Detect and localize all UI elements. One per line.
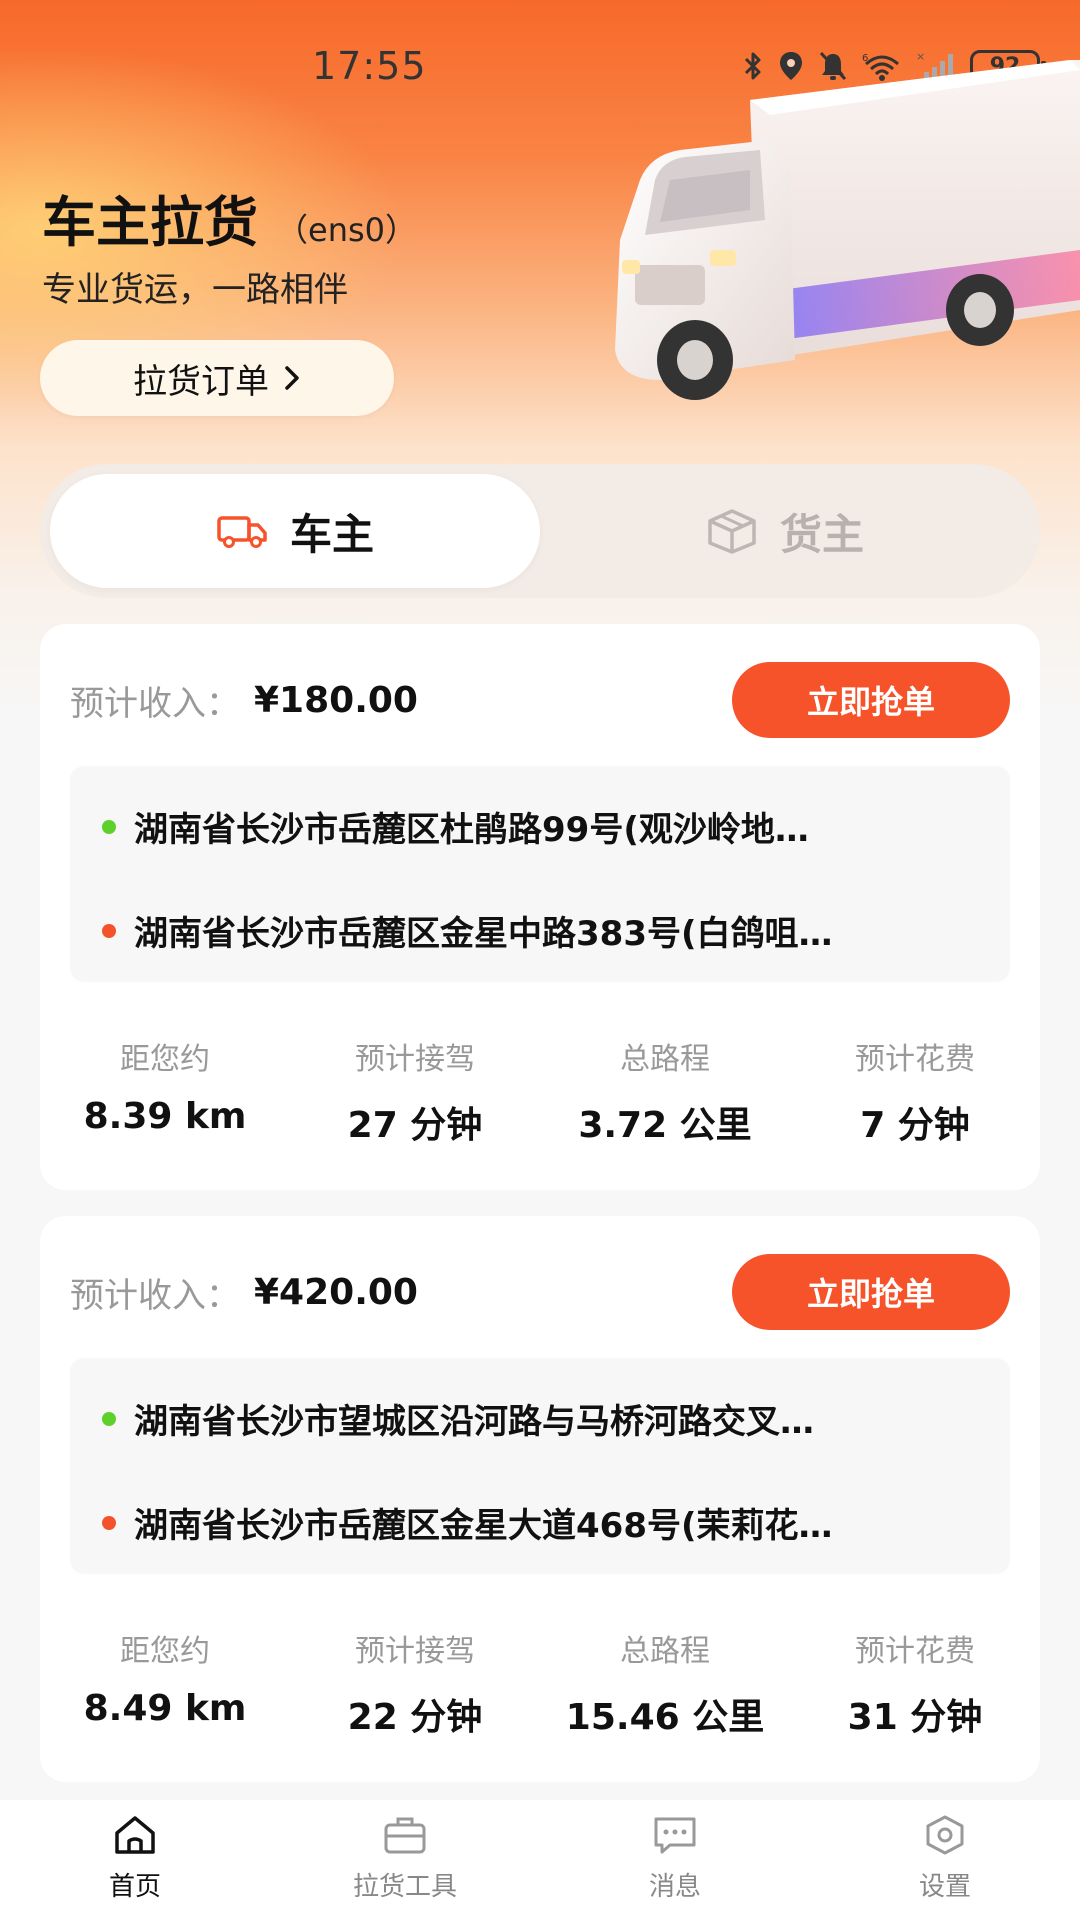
order-stats: 距您约 8.39 km 预计接驾 27 分钟 总路程 3.72 公里 预计花费 …	[40, 1034, 1040, 1148]
tab-vehicle-owner[interactable]: 车主	[50, 474, 540, 588]
stat-pickup-time: 预计接驾 27 分钟	[290, 1034, 540, 1148]
stat-label: 总路程	[620, 1042, 710, 1077]
destination-address-text: 湖南省长沙市岳麓区金星中路383号(白鸽咀…	[134, 914, 833, 954]
order-card: 预计收入： ¥180.00 立即抢单 湖南省长沙市岳麓区杜鹃路99号(观沙岭地……	[40, 624, 1040, 1190]
order-stats: 距您约 8.49 km 预计接驾 22 分钟 总路程 15.46 公里 预计花费…	[40, 1626, 1040, 1740]
nav-home[interactable]: 首页	[0, 1800, 270, 1920]
income-label: 预计收入：	[70, 1275, 240, 1316]
app-subtitle: （ens0）	[276, 211, 418, 249]
truck-icon	[217, 516, 267, 548]
stat-total-distance: 总路程 15.46 公里	[540, 1626, 790, 1740]
role-tabs: 车主 货主	[40, 464, 1040, 598]
origin-address: 湖南省长沙市岳麓区杜鹃路99号(观沙岭地…	[102, 802, 980, 851]
income-row: 预计收入： ¥180.00 立即抢单	[70, 662, 1010, 738]
stat-label: 总路程	[620, 1634, 710, 1669]
grab-order-button[interactable]: 立即抢单	[732, 1254, 1010, 1330]
stat-value: 31 分钟	[847, 1697, 983, 1738]
destination-dot	[102, 1515, 116, 1530]
destination-address-text: 湖南省长沙市岳麓区金星大道468号(茉莉花…	[134, 1506, 833, 1546]
stat-label: 距您约	[120, 1634, 210, 1669]
destination-address: 湖南省长沙市岳麓区金星中路383号(白鸽咀…	[102, 906, 980, 955]
status-time: 17:55	[312, 44, 427, 88]
income-value: ¥420.00	[254, 1271, 418, 1313]
app-title-text: 车主拉货	[42, 191, 258, 254]
stat-value: 3.72 公里	[578, 1105, 752, 1146]
stat-value: 8.49 km	[83, 1688, 247, 1729]
home-icon	[115, 1816, 155, 1854]
income-label: 预计收入：	[70, 683, 240, 724]
truck-illustration	[615, 60, 1080, 400]
destination-dot	[102, 923, 116, 938]
income-value: ¥180.00	[254, 679, 418, 721]
nav-messages-label: 消息	[648, 1872, 701, 1902]
route-box: 湖南省长沙市望城区沿河路与马桥河路交叉… 湖南省长沙市岳麓区金星大道468号(茉…	[70, 1358, 1010, 1574]
stat-label: 预计接驾	[355, 1042, 475, 1077]
tab-cargo-owner-label: 货主	[779, 509, 864, 559]
origin-address: 湖南省长沙市望城区沿河路与马桥河路交叉…	[102, 1394, 980, 1443]
settings-icon	[926, 1815, 964, 1855]
stat-estimated-cost: 预计花费 7 分钟	[790, 1034, 1040, 1148]
stat-total-distance: 总路程 3.72 公里	[540, 1034, 790, 1148]
stat-value: 8.39 km	[83, 1096, 247, 1137]
cargo-orders-button[interactable]: 拉货订单	[40, 340, 394, 416]
destination-address: 湖南省长沙市岳麓区金星大道468号(茉莉花…	[102, 1498, 980, 1547]
origin-dot	[102, 1411, 116, 1426]
order-card: 预计收入： ¥420.00 立即抢单 湖南省长沙市望城区沿河路与马桥河路交叉… …	[40, 1216, 1040, 1782]
tagline: 专业货运，一路相伴	[42, 270, 348, 310]
stat-pickup-time: 预计接驾 22 分钟	[290, 1626, 540, 1740]
briefcase-icon	[384, 1817, 426, 1854]
stat-label: 预计花费	[855, 1042, 975, 1077]
stat-distance: 距您约 8.39 km	[40, 1034, 290, 1148]
nav-settings-label: 设置	[918, 1872, 971, 1902]
nav-cargo-tools-label: 拉货工具	[352, 1872, 457, 1902]
message-icon	[654, 1817, 696, 1854]
stat-value: 22 分钟	[347, 1697, 483, 1738]
origin-address-text: 湖南省长沙市望城区沿河路与马桥河路交叉…	[134, 1402, 814, 1442]
nav-settings[interactable]: 设置	[810, 1800, 1080, 1920]
stat-value: 7 分钟	[860, 1105, 970, 1146]
grab-order-button[interactable]: 立即抢单	[732, 662, 1010, 738]
tab-vehicle-owner-label: 车主	[289, 509, 374, 559]
stat-label: 预计花费	[855, 1634, 975, 1669]
nav-cargo-tools[interactable]: 拉货工具	[270, 1800, 540, 1920]
stat-label: 距您约	[120, 1042, 210, 1077]
chevron-right-icon	[285, 366, 299, 390]
box-icon	[708, 509, 756, 554]
tab-cargo-owner[interactable]: 货主	[540, 474, 1030, 588]
nav-messages[interactable]: 消息	[540, 1800, 810, 1920]
stat-value: 15.46 公里	[565, 1697, 765, 1738]
bottom-nav: 首页 拉货工具 消息 设置	[0, 1800, 1080, 1920]
route-box: 湖南省长沙市岳麓区杜鹃路99号(观沙岭地… 湖南省长沙市岳麓区金星中路383号(…	[70, 766, 1010, 982]
cargo-orders-label: 拉货订单	[133, 361, 269, 402]
stat-estimated-cost: 预计花费 31 分钟	[790, 1626, 1040, 1740]
nav-home-label: 首页	[108, 1872, 161, 1902]
income-row: 预计收入： ¥420.00 立即抢单	[70, 1254, 1010, 1330]
origin-dot	[102, 819, 116, 834]
stat-distance: 距您约 8.49 km	[40, 1626, 290, 1740]
app-title: 车主拉货 （ens0）	[42, 178, 417, 257]
stat-label: 预计接驾	[355, 1634, 475, 1669]
stat-value: 27 分钟	[347, 1105, 483, 1146]
origin-address-text: 湖南省长沙市岳麓区杜鹃路99号(观沙岭地…	[134, 810, 809, 850]
